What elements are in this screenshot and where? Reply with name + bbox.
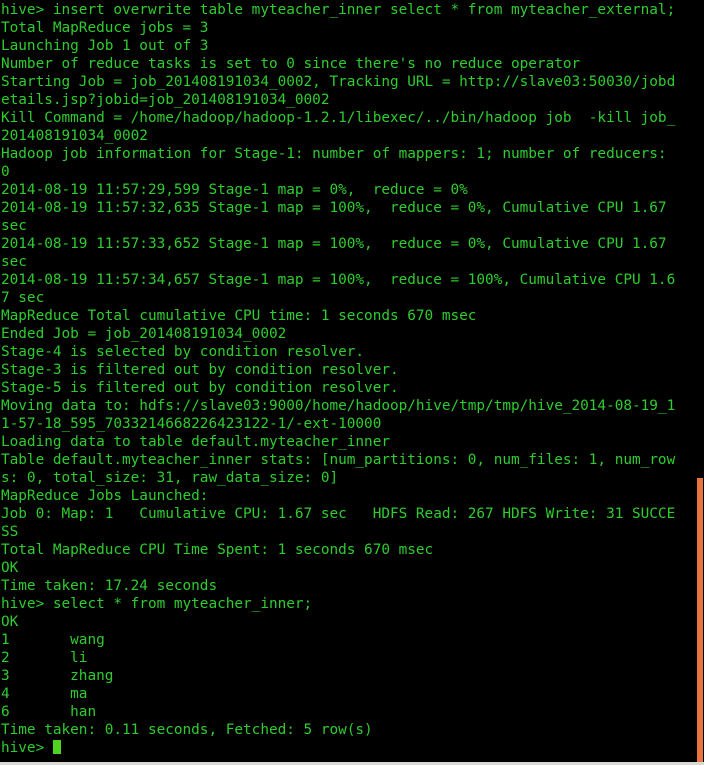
terminal-line: Total MapReduce jobs = 3 (1, 20, 209, 36)
terminal-line: Kill Command = /home/hadoop/hadoop-1.2.1… (1, 110, 676, 126)
terminal-line: hive> insert overwrite table myteacher_i… (1, 2, 676, 18)
terminal-line: 2014-08-19 11:57:32,635 Stage-1 map = 10… (1, 200, 667, 216)
terminal-line: Table default.myteacher_inner stats: [nu… (1, 452, 676, 468)
terminal-line: 2014-08-19 11:57:34,657 Stage-1 map = 10… (1, 272, 676, 288)
terminal-line: s: 0, total_size: 31, raw_data_size: 0] (1, 470, 339, 486)
terminal-line: Total MapReduce CPU Time Spent: 1 second… (1, 542, 434, 558)
terminal-line: 6 han (1, 704, 97, 720)
terminal-line: Starting Job = job_201408191034_0002, Tr… (1, 74, 676, 90)
terminal-line: 201408191034_0002 (1, 128, 148, 144)
terminal-line: Loading data to table default.myteacher_… (1, 434, 390, 450)
terminal-line: Moving data to: hdfs://slave03:9000/home… (1, 398, 676, 414)
terminal-line: Job 0: Map: 1 Cumulative CPU: 1.67 sec H… (1, 506, 676, 522)
terminal-line: 7 sec (1, 290, 45, 306)
terminal-line: 2 li (1, 650, 88, 666)
terminal-scrollbar[interactable] (697, 0, 704, 765)
terminal-line: 2014-08-19 11:57:29,599 Stage-1 map = 0%… (1, 182, 468, 198)
text-cursor (52, 740, 61, 754)
terminal-prompt-line[interactable]: hive> (1, 739, 704, 757)
prompt-label: hive> (1, 740, 53, 756)
terminal-line: 2014-08-19 11:57:33,652 Stage-1 map = 10… (1, 236, 667, 252)
terminal-line: OK (1, 614, 19, 630)
terminal-line: Time taken: 0.11 seconds, Fetched: 5 row… (1, 722, 373, 738)
terminal-line: 4 ma (1, 686, 88, 702)
terminal-line: etails.jsp?jobid=job_201408191034_0002 (1, 92, 330, 108)
terminal-line: MapReduce Total cumulative CPU time: 1 s… (1, 308, 477, 324)
terminal-line: Ended Job = job_201408191034_0002 (1, 326, 287, 342)
terminal-output: hive> insert overwrite table myteacher_i… (1, 1, 704, 757)
terminal-line: Number of reduce tasks is set to 0 since… (1, 56, 581, 72)
scrollbar-thumb[interactable] (697, 478, 703, 762)
terminal-line: Time taken: 17.24 seconds (1, 578, 218, 594)
terminal-line: sec (1, 254, 27, 270)
terminal-line: Hadoop job information for Stage-1: numb… (1, 146, 667, 162)
terminal-line: Launching Job 1 out of 3 (1, 38, 209, 54)
terminal-line: 0 (1, 164, 10, 180)
terminal-window[interactable]: hive> insert overwrite table myteacher_i… (0, 0, 704, 765)
terminal-line: Stage-5 is filtered out by condition res… (1, 380, 399, 396)
terminal-line: Stage-3 is filtered out by condition res… (1, 362, 399, 378)
terminal-line: MapReduce Jobs Launched: (1, 488, 209, 504)
terminal-line: hive> select * from myteacher_inner; (1, 596, 313, 612)
terminal-line: 1-57-18_595_7033214668226423122-1/-ext-1… (1, 416, 382, 432)
terminal-line: 1 wang (1, 632, 105, 648)
terminal-line: Stage-4 is selected by condition resolve… (1, 344, 365, 360)
terminal-line: OK (1, 560, 19, 576)
terminal-line: sec (1, 218, 27, 234)
terminal-screen[interactable]: hive> insert overwrite table myteacher_i… (0, 0, 704, 762)
terminal-line: SS (1, 524, 19, 540)
terminal-line: 3 zhang (1, 668, 114, 684)
